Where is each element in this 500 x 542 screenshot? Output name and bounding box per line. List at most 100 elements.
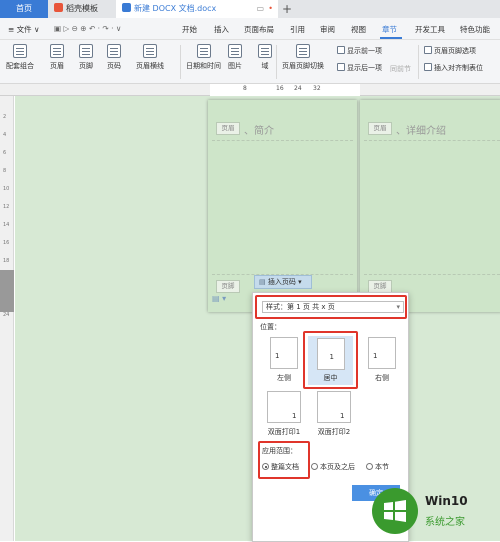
position-center-option[interactable]: 1 居中 (308, 336, 353, 385)
date-time-button[interactable]: 日期和时间 (186, 44, 221, 71)
watermark-subtitle: 系统之家 (425, 517, 465, 528)
header-tag: 页眉 (368, 122, 392, 135)
horizontal-ruler[interactable]: 8 16 24 32 (0, 84, 500, 96)
field-icon (258, 44, 272, 58)
menu-review[interactable]: 审阅 (320, 24, 335, 35)
menu-reference[interactable]: 引用 (290, 24, 305, 35)
header-footer-switch-label: 页眉页脚切换 (282, 62, 324, 70)
header-footer-options-label: 页眉页脚选项 (434, 47, 476, 55)
ruler-number: 4 (3, 132, 7, 138)
footer-button[interactable]: 页脚 (79, 44, 93, 71)
page-number-label: 页码 (107, 62, 121, 70)
menu-view[interactable]: 视图 (351, 24, 366, 35)
tab-home[interactable]: 首页 (0, 0, 48, 18)
insert-align-tab-label: 插入对齐制表位 (434, 64, 483, 72)
same-as-previous-label: 同前节 (390, 65, 411, 73)
menu-start[interactable]: 开始 (182, 24, 197, 35)
scope-option-label: 本页及之后 (320, 463, 355, 471)
preview-number: 1 (292, 412, 297, 420)
position-duplex2-option[interactable]: 1 双面打印2 (309, 391, 359, 437)
same-as-previous-button[interactable]: 同前节 (390, 64, 411, 74)
tab-templates[interactable]: 稻壳模板 (48, 0, 116, 18)
combo-label: 配套组合 (6, 62, 34, 70)
style-select[interactable]: 样式：第 1 页 共 x 页 ▾ (262, 301, 404, 313)
menu-developer[interactable]: 开发工具 (415, 24, 445, 35)
unsaved-dot-icon: • (268, 4, 273, 13)
scope-option-whole-doc[interactable]: 整篇文档 (262, 462, 299, 472)
ruler-number: 24 (294, 85, 302, 92)
style-value: 第 1 页 共 x 页 (287, 303, 335, 311)
ruler-number: 16 (3, 240, 10, 246)
position-right-preview: 1 (368, 337, 396, 369)
vertical-ruler[interactable]: 2 4 6 8 10 12 14 16 18 20 22 24 (0, 96, 14, 541)
position-left-option[interactable]: 1 左侧 (265, 337, 303, 383)
header-button[interactable]: 页眉 (50, 44, 64, 71)
ruler-number: 18 (3, 258, 10, 264)
field-label: 域 (261, 62, 269, 70)
scope-option-this-page-after[interactable]: 本页及之后 (311, 462, 355, 472)
scope-label: 应用范围： (262, 447, 297, 455)
next-icon (337, 63, 345, 71)
tab-document[interactable]: 新建 DOCX 文档.docx ▭ • (116, 0, 278, 18)
quick-access-icons[interactable]: ▣ ▷ ⊖ ⊕ ↶ · ↷ · ∨ (54, 24, 121, 33)
insert-page-number-button[interactable]: ▤ 插入页码 ▾ (254, 275, 312, 289)
ruler-number: 8 (3, 168, 7, 174)
position-right-label: 右侧 (375, 374, 389, 382)
position-duplex1-label: 双面打印1 (267, 428, 301, 436)
show-next-button[interactable]: 显示后一项 (337, 63, 382, 73)
header-boundary (212, 140, 353, 141)
show-previous-label: 显示前一项 (347, 47, 382, 55)
windows-logo-icon (384, 500, 406, 522)
ruler-number: 10 (3, 186, 10, 192)
ruler-number: 24 (3, 312, 10, 318)
show-previous-button[interactable]: 显示前一项 (337, 46, 382, 56)
menu-page-layout[interactable]: 页面布局 (244, 24, 274, 35)
previous-icon (337, 46, 345, 54)
header-footer-switch-button[interactable]: 页眉页脚切换 (282, 44, 324, 71)
ruler-number: 8 (243, 85, 247, 92)
menu-chapter[interactable]: 章节 (382, 24, 397, 35)
page-number-option-icon[interactable]: ▤ ▾ (212, 294, 226, 303)
ribbon: 配套组合 页眉 页脚 页码 页眉横线 日期和时间 图片 域 页眉页脚切换 显示前… (0, 40, 500, 84)
header-icon (50, 44, 64, 58)
position-duplex1-option[interactable]: 1 双面打印1 (259, 391, 309, 437)
ruler-number: 2 (3, 114, 7, 120)
file-menu[interactable]: ≡ 文件 ∨ (8, 24, 40, 35)
page-number-button[interactable]: 页码 (107, 44, 121, 71)
scope-option-label: 本节 (375, 463, 389, 471)
position-center-preview: 1 (316, 338, 345, 370)
position-right-option[interactable]: 1 右侧 (363, 337, 401, 383)
active-menu-indicator (380, 37, 402, 39)
monitor-icon: ▭ (256, 4, 264, 13)
calendar-icon (196, 44, 211, 58)
header-line-button[interactable]: 页眉横线 (136, 44, 164, 71)
scope-option-this-section[interactable]: 本节 (366, 462, 389, 472)
position-duplex2-label: 双面打印2 (317, 428, 351, 436)
header-line-label: 页眉横线 (136, 62, 164, 70)
ruler-text-area (210, 84, 360, 96)
header-line-icon (143, 44, 157, 58)
menu-features[interactable]: 特色功能 (460, 24, 490, 35)
picture-icon (228, 44, 242, 58)
combo-icon (13, 44, 27, 58)
options-icon (424, 46, 432, 54)
chevron-down-icon: ▾ (396, 303, 400, 311)
ribbon-divider (276, 45, 277, 79)
ruler-number: 6 (3, 150, 7, 156)
ribbon-divider (180, 45, 181, 79)
position-left-preview: 1 (270, 337, 298, 369)
style-label: 样式： (266, 303, 287, 311)
menu-insert[interactable]: 插入 (214, 24, 229, 35)
combo-button[interactable]: 配套组合 (6, 44, 34, 71)
preview-number: 1 (275, 352, 280, 360)
header-footer-options-button[interactable]: 页眉页脚选项 (424, 46, 476, 56)
radio-icon (366, 463, 373, 470)
page-number-icon (107, 44, 121, 58)
insert-align-tab-button[interactable]: 插入对齐制表位 (424, 63, 483, 73)
picture-button[interactable]: 图片 (228, 44, 242, 71)
radio-icon (311, 463, 318, 470)
new-tab-button[interactable]: + (282, 0, 296, 18)
page-right[interactable]: 页眉 、详细介绍 页脚 (360, 100, 500, 312)
radio-checked-icon (262, 463, 269, 470)
field-button[interactable]: 域 (258, 44, 272, 71)
